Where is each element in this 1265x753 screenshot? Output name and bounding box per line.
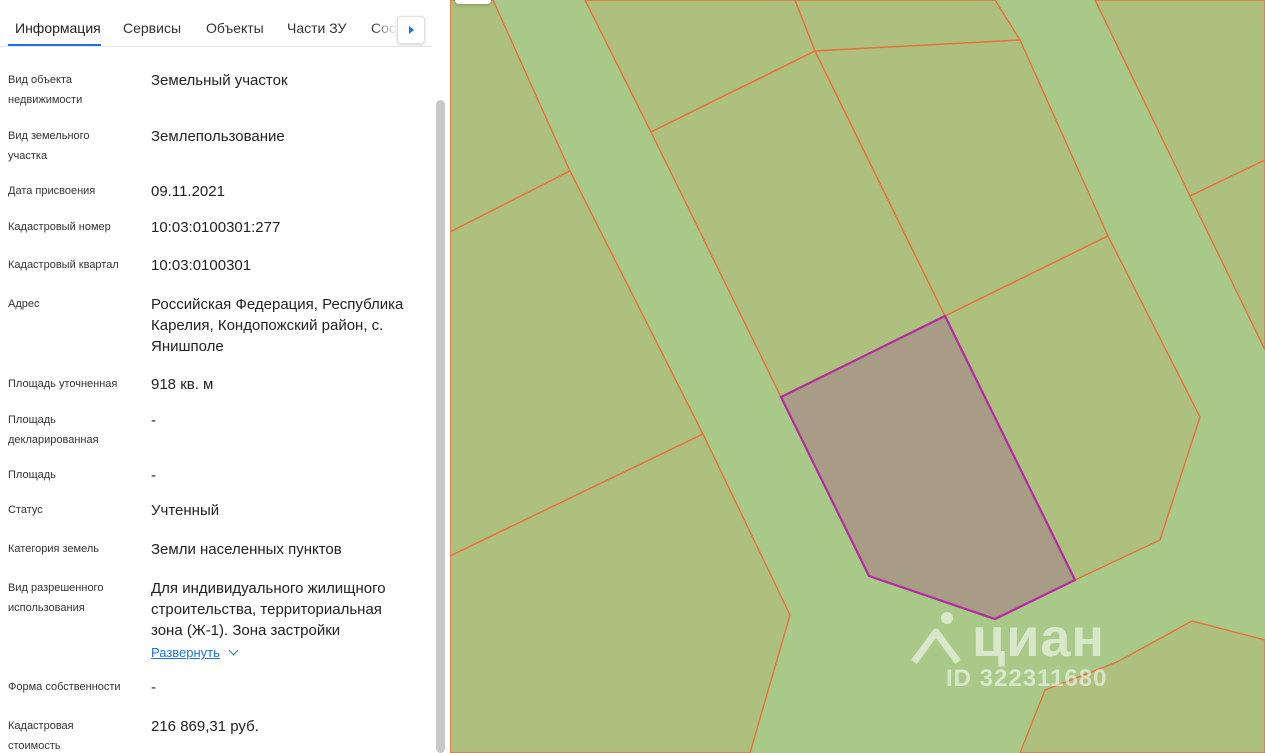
property-label-line: Форма собственности (8, 681, 121, 693)
property-value: Земли населенных пунктов (151, 539, 426, 560)
cian-logo-icon (911, 612, 961, 665)
property-value-line: Российская Федерация, Республика (151, 296, 404, 313)
permitted-use-value: Для индивидуального жилищного строительст… (151, 578, 426, 641)
property-value: 918 кв. м (151, 374, 426, 395)
active-tab-indicator (8, 44, 101, 46)
property-label-line: Вид разрешенного (8, 582, 104, 594)
property-value-line: 10:03:0100301 (151, 257, 252, 274)
property-label-line: декларированная (8, 434, 99, 446)
property-label: Площадь уточненная (8, 374, 143, 394)
property-label: Вид земельного участка (8, 126, 143, 166)
property-value-line: - (151, 679, 156, 696)
property-value: Земельный участок (151, 70, 426, 91)
property-label: Статус (8, 500, 143, 520)
property-label-line: Вид объекта (8, 74, 72, 86)
property-value-line: строительства, территориальная (151, 601, 382, 618)
info-panel: Информация Сервисы Объекты Части ЗУ Сост… (0, 0, 450, 753)
tab-land-parts[interactable]: Части ЗУ (287, 0, 346, 46)
cadastral-number-value: 10:03:0100301:277 (151, 217, 426, 238)
address-value: Российская Федерация, Республика Карелия,… (151, 294, 426, 357)
property-value-line: - (151, 412, 156, 429)
property-value-line: Землепользование (151, 128, 285, 145)
property-value: - (151, 410, 426, 431)
property-label-line: Статус (8, 504, 43, 516)
caret-right-icon (408, 26, 414, 34)
property-value: - (151, 465, 426, 486)
tab-bar: Информация Сервисы Объекты Части ЗУ Сост… (0, 0, 432, 47)
tab-services[interactable]: Сервисы (123, 0, 181, 46)
property-label-line: Площадь (8, 414, 56, 426)
property-value-line: Для индивидуального жилищного (151, 580, 386, 597)
property-value-line: Карелия, Кондопожский район, с. (151, 317, 384, 334)
property-label: Кадастровая стоимость (8, 716, 143, 753)
property-label-line: Кадастровый номер (8, 221, 111, 233)
property-label-line: Площадь уточненная (8, 378, 118, 390)
property-value-line: 918 кв. м (151, 376, 214, 393)
property-value: 10:03:0100301 (151, 255, 426, 276)
expand-link-label[interactable]: Развернуть (151, 645, 220, 660)
property-label: Кадастровый квартал (8, 255, 143, 275)
property-label: Адрес (8, 294, 143, 314)
property-value-line: Янишполе (151, 338, 224, 355)
property-label-line: участка (8, 150, 48, 162)
tabs-scroll-right-button[interactable] (397, 16, 425, 44)
property-value-line: - (151, 467, 156, 484)
watermark-brand: циан (972, 608, 1106, 668)
property-value-line: Учтенный (151, 502, 220, 519)
property-label: Площадь (8, 465, 143, 485)
property-value: - (151, 677, 426, 698)
tab-fade (372, 8, 398, 44)
watermark-id: ID 322311680 (946, 665, 1108, 692)
tab-objects[interactable]: Объекты (206, 0, 264, 46)
property-label: Дата присвоения (8, 181, 143, 201)
property-label-line: стоимость (8, 740, 61, 752)
status-value: Учтенный (151, 500, 426, 521)
property-value-line: Земельный участок (151, 72, 288, 89)
property-value-line: Земли населенных пунктов (151, 541, 342, 558)
cian-watermark: циан ID 322311680 (910, 598, 1150, 698)
property-value: 09.11.2021 (151, 181, 426, 202)
property-label-line: Кадастровый квартал (8, 259, 119, 271)
map-zoom-control[interactable] (455, 0, 491, 4)
property-label-line: Дата присвоения (8, 185, 96, 197)
property-label-line: недвижимости (8, 94, 83, 106)
property-label-line: использования (8, 602, 85, 614)
property-value-line: 09.11.2021 (151, 183, 225, 200)
property-label-line: Площадь (8, 469, 56, 481)
property-value-line: 216 869,31 руб. (151, 718, 259, 735)
property-label: Вид разрешенного использования (8, 578, 143, 618)
property-label-line: Кадастровая (8, 720, 74, 732)
property-label: Форма собственности (8, 677, 143, 697)
property-label-line: Категория земель (8, 543, 99, 555)
property-label-line: Адрес (8, 298, 40, 310)
property-value-line: зона (Ж-1). Зона застройки (151, 622, 341, 639)
scrollbar-thumb[interactable] (436, 100, 445, 753)
cadastral-value: 216 869,31 руб. (151, 716, 426, 737)
property-label-line: Вид земельного (8, 130, 90, 142)
property-label: Вид объекта недвижимости (8, 70, 143, 110)
chevron-down-icon (228, 645, 239, 656)
property-value: Землепользование (151, 126, 426, 147)
expand-link[interactable]: Развернуть (151, 642, 426, 663)
tab-information[interactable]: Информация (15, 0, 101, 46)
property-value-line: 10:03:0100301:277 (151, 219, 281, 236)
property-label: Категория земель (8, 539, 143, 559)
property-label: Кадастровый номер (8, 217, 143, 237)
property-label: Площадь декларированная (8, 410, 143, 450)
